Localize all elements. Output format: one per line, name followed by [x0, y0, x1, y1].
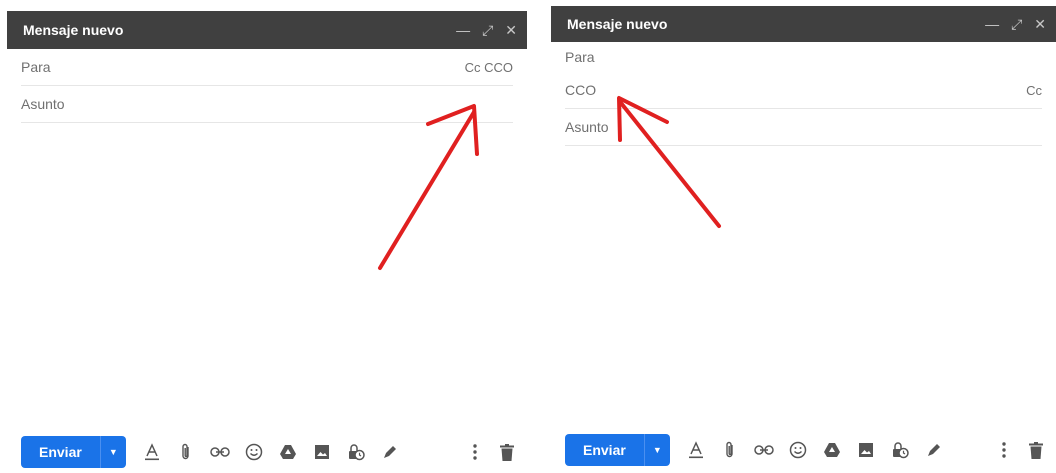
bcc-label: CCO [565, 82, 597, 98]
more-options-icon[interactable] [996, 440, 1012, 460]
link-icon[interactable] [754, 440, 774, 460]
drive-icon[interactable] [278, 442, 298, 462]
attach-icon[interactable] [720, 440, 740, 460]
send-group: Enviar ▼ [565, 434, 670, 466]
subject-field[interactable]: Asunto [21, 86, 513, 123]
cc-link[interactable]: Cc [1026, 83, 1042, 98]
send-options-button[interactable]: ▼ [99, 436, 126, 468]
discard-icon[interactable] [499, 442, 515, 462]
compose-window-left: Mensaje nuevo — ⤢ ✕ Para Cc CCO Asunto E… [7, 11, 527, 473]
attach-icon[interactable] [176, 442, 196, 462]
emoji-icon[interactable] [244, 442, 264, 462]
subject-field[interactable]: Asunto [565, 109, 1042, 146]
compose-window-right: Mensaje nuevo — ⤢ ✕ Para CCO Cc Asunto E… [551, 6, 1056, 473]
photo-icon[interactable] [312, 442, 332, 462]
subject-label: Asunto [565, 119, 609, 135]
more-options-icon[interactable] [467, 442, 483, 462]
link-icon[interactable] [210, 442, 230, 462]
bcc-field[interactable]: CCO Cc [565, 72, 1042, 109]
close-icon[interactable]: ✕ [505, 23, 517, 37]
signature-icon[interactable] [924, 440, 944, 460]
expand-icon[interactable]: ⤢ [1011, 17, 1022, 31]
compose-toolbar: Enviar ▼ [21, 431, 515, 473]
text-format-icon[interactable] [686, 440, 706, 460]
drive-icon[interactable] [822, 440, 842, 460]
send-options-button[interactable]: ▼ [643, 434, 670, 466]
send-button[interactable]: Enviar [21, 436, 100, 468]
text-format-icon[interactable] [142, 442, 162, 462]
send-group: Enviar ▼ [21, 436, 126, 468]
expand-icon[interactable]: ⤢ [482, 23, 493, 37]
subject-label: Asunto [21, 96, 65, 112]
minimize-icon[interactable]: — [985, 17, 999, 31]
to-label: Para [565, 49, 595, 65]
emoji-icon[interactable] [788, 440, 808, 460]
signature-icon[interactable] [380, 442, 400, 462]
compose-titlebar[interactable]: Mensaje nuevo — ⤢ ✕ [551, 6, 1056, 42]
to-field[interactable]: Para Cc CCO [21, 49, 513, 86]
compose-title: Mensaje nuevo [567, 16, 668, 32]
cc-bcc-link[interactable]: Cc CCO [465, 60, 513, 75]
close-icon[interactable]: ✕ [1034, 17, 1046, 31]
confidential-icon[interactable] [890, 440, 910, 460]
to-field[interactable]: Para [565, 42, 1042, 72]
compose-titlebar[interactable]: Mensaje nuevo — ⤢ ✕ [7, 11, 527, 49]
minimize-icon[interactable]: — [456, 23, 470, 37]
to-label: Para [21, 59, 51, 75]
confidential-icon[interactable] [346, 442, 366, 462]
discard-icon[interactable] [1028, 440, 1044, 460]
photo-icon[interactable] [856, 440, 876, 460]
compose-toolbar: Enviar ▼ [565, 429, 1044, 471]
send-button[interactable]: Enviar [565, 434, 644, 466]
screenshot: Mensaje nuevo — ⤢ ✕ Para Cc CCO Asunto E… [0, 0, 1056, 473]
compose-title: Mensaje nuevo [23, 22, 124, 38]
